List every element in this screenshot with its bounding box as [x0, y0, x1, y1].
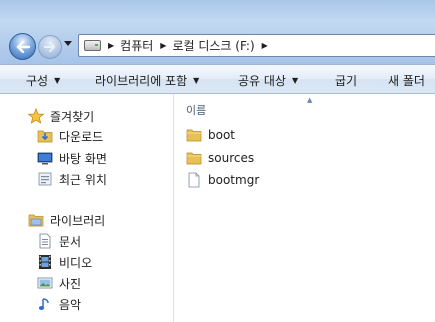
nav-item-videos[interactable]: 비디오: [37, 253, 92, 271]
back-arrow-icon: [16, 40, 30, 53]
downloads-folder-icon: [37, 128, 53, 144]
breadcrumb-separator-icon[interactable]: ▶: [108, 41, 114, 50]
window-titlebar: ▶ 컴퓨터 ▶ 로컬 디스크 (F:) ▶: [0, 0, 435, 64]
nav-item-downloads[interactable]: 다운로드: [37, 127, 103, 145]
chevron-down-icon: ▼: [54, 75, 61, 85]
column-header-name[interactable]: 이름: [186, 102, 206, 118]
file-item-bootmgr[interactable]: bootmgr: [186, 171, 259, 189]
chevron-down-icon: ▼: [291, 75, 299, 85]
folder-icon: [186, 127, 202, 143]
nav-item-label: 바탕 화면: [59, 151, 107, 166]
sort-ascending-icon: ▲: [307, 96, 313, 104]
document-icon: [37, 233, 53, 249]
music-note-icon: [37, 296, 53, 312]
back-button[interactable]: [9, 33, 36, 60]
nav-item-label: 사진: [59, 276, 82, 291]
film-icon: [37, 254, 53, 270]
nav-item-music[interactable]: 음악: [37, 295, 81, 313]
breadcrumb-local-disk[interactable]: 로컬 디스크 (F:): [172, 37, 254, 54]
drive-icon: [84, 40, 101, 51]
forward-arrow-icon: [44, 42, 56, 52]
file-item-name: bootmgr: [208, 173, 260, 187]
nav-item-label: 문서: [59, 234, 82, 249]
nav-item-recent-places[interactable]: 최근 위치: [37, 170, 107, 188]
folder-icon: [186, 150, 202, 166]
breadcrumb-separator-icon[interactable]: ▶: [160, 41, 166, 50]
breadcrumb-separator-icon[interactable]: ▶: [262, 41, 268, 50]
nav-item-label: 최근 위치: [59, 172, 107, 187]
file-item-name: sources: [208, 151, 255, 165]
include-in-library-label: 라이브러리에 포함: [95, 73, 188, 88]
nav-item-label: 음악: [59, 297, 82, 312]
nav-libraries-label: 라이브러리: [50, 213, 106, 228]
burn-label: 굽기: [335, 73, 358, 88]
command-toolbar: 구성 ▼ 라이브러리에 포함 ▼ 공유 대상 ▼ 굽기 새 폴더: [0, 64, 435, 94]
address-bar[interactable]: ▶ 컴퓨터 ▶ 로컬 디스크 (F:) ▶: [78, 34, 435, 57]
chevron-down-icon: ▼: [193, 75, 200, 85]
new-folder-label: 새 폴더: [388, 73, 425, 88]
recent-pages-dropdown-icon[interactable]: [64, 41, 72, 47]
nav-item-label: 비디오: [59, 255, 93, 270]
picture-icon: [37, 275, 53, 291]
file-item-sources[interactable]: sources: [186, 149, 254, 167]
navigation-pane: 즐겨찾기 다운로드 바탕 화면 최근 위치 라이브러리 문서 비디오 사진 음악: [0, 94, 174, 322]
file-item-name: boot: [208, 128, 236, 142]
file-item-boot[interactable]: boot: [186, 126, 235, 144]
recent-places-icon: [37, 171, 53, 187]
breadcrumb-computer[interactable]: 컴퓨터: [120, 37, 153, 54]
file-icon: [186, 172, 202, 188]
desktop-icon: [37, 150, 53, 166]
include-in-library-button[interactable]: 라이브러리에 포함 ▼: [95, 72, 199, 88]
nav-libraries[interactable]: 라이브러리: [28, 211, 105, 229]
nav-favorites-label: 즐겨찾기: [50, 109, 95, 124]
file-list-pane: ▲ 이름 boot sources bootmgr: [174, 94, 435, 322]
nav-favorites[interactable]: 즐겨찾기: [28, 107, 94, 125]
share-with-button[interactable]: 공유 대상 ▼: [238, 72, 298, 88]
new-folder-button[interactable]: 새 폴더: [388, 72, 425, 88]
share-with-label: 공유 대상: [238, 73, 286, 88]
nav-item-pictures[interactable]: 사진: [37, 274, 81, 292]
forward-button[interactable]: [38, 35, 62, 59]
organize-button[interactable]: 구성 ▼: [26, 72, 60, 88]
nav-item-documents[interactable]: 문서: [37, 232, 81, 250]
organize-label: 구성: [26, 73, 49, 88]
star-icon: [28, 108, 44, 124]
nav-item-label: 다운로드: [59, 129, 104, 144]
nav-item-desktop[interactable]: 바탕 화면: [37, 149, 107, 167]
libraries-folder-icon: [28, 212, 44, 228]
burn-button[interactable]: 굽기: [335, 72, 357, 88]
